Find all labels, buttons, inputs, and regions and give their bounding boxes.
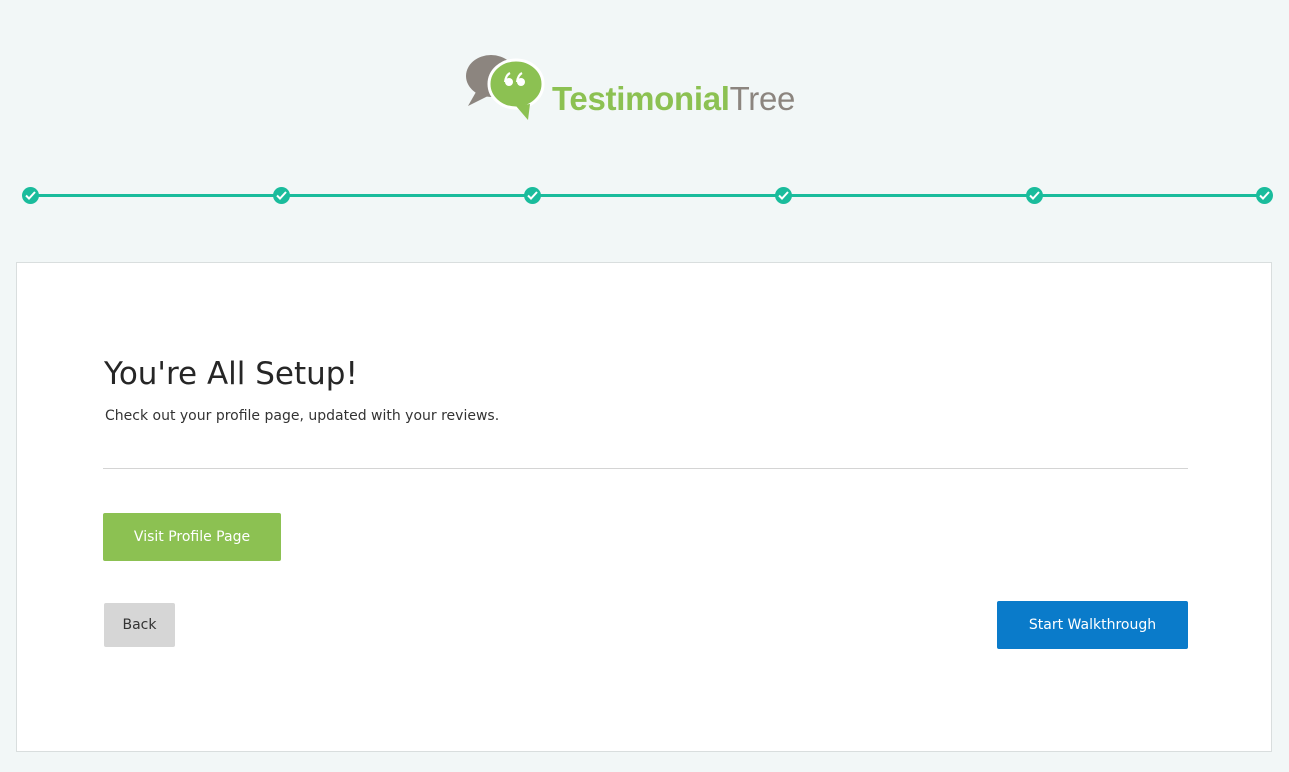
step-2-complete: [273, 187, 290, 204]
step-5-complete: [1026, 187, 1043, 204]
visit-profile-button[interactable]: Visit Profile Page: [103, 513, 281, 561]
step-1-complete: [22, 187, 39, 204]
back-button[interactable]: Back: [104, 603, 175, 647]
setup-complete-card: You're All Setup! Check out your profile…: [16, 262, 1272, 752]
progress-stepper: [0, 182, 1289, 212]
progress-line: [30, 194, 1269, 197]
check-icon: [276, 191, 287, 200]
brand-name-light: Tree: [729, 80, 796, 117]
start-walkthrough-button[interactable]: Start Walkthrough: [997, 601, 1188, 649]
page-subtitle: Check out your profile page, updated wit…: [105, 408, 500, 424]
step-3-complete: [524, 187, 541, 204]
step-4-complete: [775, 187, 792, 204]
check-icon: [1259, 191, 1270, 200]
check-icon: [778, 191, 789, 200]
brand-name-bold: Testimonial: [552, 80, 730, 117]
speech-bubble-quote-icon: [466, 55, 545, 120]
step-6-complete: [1256, 187, 1273, 204]
logo: TestimonialTree: [460, 52, 840, 132]
divider: [103, 468, 1188, 469]
page-title: You're All Setup!: [104, 356, 358, 392]
check-icon: [1029, 191, 1040, 200]
check-icon: [527, 191, 538, 200]
check-icon: [25, 191, 36, 200]
brand-name: TestimonialTree: [552, 82, 795, 115]
